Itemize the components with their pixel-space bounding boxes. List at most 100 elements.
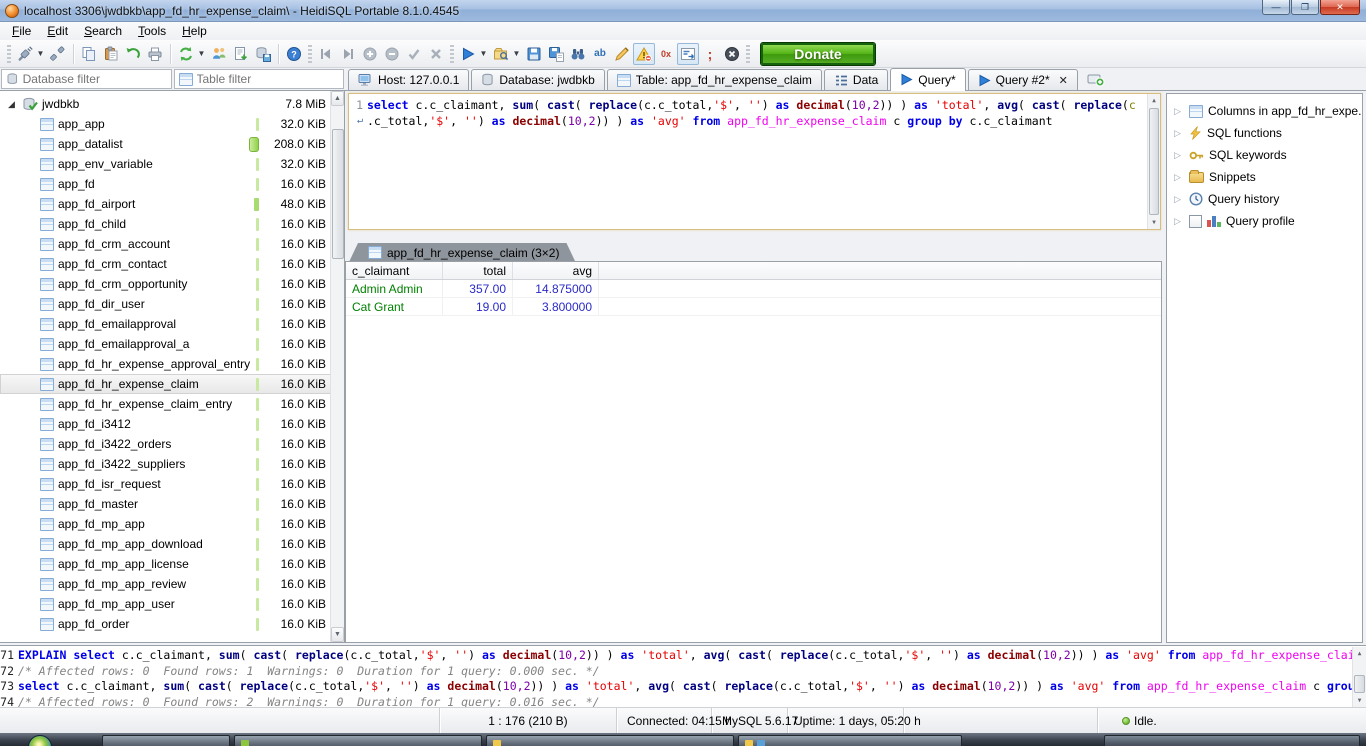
menu-item[interactable]: Edit (39, 23, 76, 39)
windows-taskbar[interactable] (0, 733, 1366, 746)
scrollbar-thumb[interactable] (1354, 675, 1365, 693)
helper-item-snippets[interactable]: ▷ Snippets (1167, 166, 1362, 188)
refresh-dropdown-icon[interactable]: ▼ (197, 49, 206, 58)
scroll-down-icon[interactable]: ▼ (1353, 694, 1366, 707)
title-bar[interactable]: localhost 3306\jwdbkb\app_fd_hr_expense_… (0, 0, 1366, 22)
column-header-claimant[interactable]: c_claimant (346, 262, 443, 279)
expand-arrow-icon[interactable]: ▷ (1174, 106, 1184, 117)
close-tab-icon[interactable]: ✕ (1059, 74, 1068, 87)
print-icon[interactable] (144, 43, 166, 65)
copy-icon[interactable] (78, 43, 100, 65)
taskbar-button[interactable] (1104, 735, 1360, 746)
tab-host[interactable]: Host: 127.0.0.1 (348, 69, 469, 90)
tree-node-table[interactable]: app_fd_emailapproval 16.0 KiB (0, 314, 344, 334)
helper-item-sql-functions[interactable]: ▷ SQL functions (1167, 122, 1362, 144)
tree-scrollbar[interactable]: ▲ ▼ (330, 91, 344, 642)
scroll-down-icon[interactable]: ▼ (1148, 216, 1160, 229)
column-header-total[interactable]: total (443, 262, 513, 279)
tab-database[interactable]: Database: jwdbkb (471, 69, 604, 90)
tree-node-database[interactable]: ◢ jwdbkb 7.8 MiB (0, 94, 344, 114)
delete-row-icon[interactable] (381, 43, 403, 65)
taskbar-button[interactable] (738, 735, 962, 746)
stop-icon[interactable] (721, 43, 743, 65)
profile-checkbox[interactable] (1189, 215, 1202, 228)
tree-node-table[interactable]: app_fd_isr_request 16.0 KiB (0, 474, 344, 494)
menu-item[interactable]: File (4, 23, 39, 39)
load-sql-icon[interactable] (490, 43, 512, 65)
grid-row[interactable]: Admin Admin 357.00 14.875000 (346, 280, 1161, 298)
tree-node-table[interactable]: app_env_variable 32.0 KiB (0, 154, 344, 174)
taskbar-button[interactable] (102, 735, 230, 746)
user-manager-icon[interactable] (208, 43, 230, 65)
expand-arrow-icon[interactable]: ▷ (1174, 128, 1184, 139)
save-sql-as-icon[interactable] (545, 43, 567, 65)
taskbar-button[interactable] (486, 735, 734, 746)
expand-arrow-icon[interactable]: ▷ (1174, 150, 1184, 161)
tab-query[interactable]: Query* (890, 68, 965, 91)
table-filter-input[interactable] (197, 72, 340, 86)
reformat-sql-icon[interactable] (611, 43, 633, 65)
save-sql-icon[interactable] (523, 43, 545, 65)
minimize-button[interactable]: — (1262, 0, 1290, 15)
toolbar-grip[interactable] (7, 45, 11, 63)
bind-parameters-icon[interactable] (677, 43, 699, 65)
taskbar-button[interactable] (234, 735, 482, 746)
helper-item-columns[interactable]: ▷ Columns in app_fd_hr_expe... (1167, 100, 1362, 122)
connect-icon[interactable] (14, 43, 36, 65)
tree-node-table[interactable]: app_fd 16.0 KiB (0, 174, 344, 194)
tree-node-table[interactable]: app_datalist 208.0 KiB (0, 134, 344, 154)
tree-node-table[interactable]: app_fd_crm_contact 16.0 KiB (0, 254, 344, 274)
scroll-up-icon[interactable]: ▲ (331, 91, 344, 106)
tree-node-table[interactable]: app_fd_order 16.0 KiB (0, 614, 344, 634)
tree-node-table[interactable]: app_fd_mp_app_download 16.0 KiB (0, 534, 344, 554)
cancel-edits-icon[interactable] (425, 43, 447, 65)
binary-as-hex-icon[interactable]: 0x (655, 43, 677, 65)
tree-node-table[interactable]: app_fd_mp_app_user 16.0 KiB (0, 594, 344, 614)
export-icon[interactable] (230, 43, 252, 65)
new-query-tab-button[interactable] (1084, 69, 1108, 88)
help-icon[interactable]: ? (283, 43, 305, 65)
expand-arrow-icon[interactable]: ▷ (1174, 194, 1184, 205)
tree-node-table[interactable]: app_fd_crm_opportunity 16.0 KiB (0, 274, 344, 294)
scroll-down-icon[interactable]: ▼ (331, 627, 344, 642)
start-orb[interactable] (28, 735, 52, 746)
run-query-icon[interactable] (457, 43, 479, 65)
helper-item-query-profile[interactable]: ▷ Query profile (1167, 210, 1362, 232)
database-save-icon[interactable] (252, 43, 274, 65)
tree-node-table[interactable]: app_fd_hr_expense_claim 16.0 KiB (0, 374, 344, 394)
result-tab[interactable]: app_fd_hr_expense_claim (3×2) (349, 243, 575, 262)
helper-item-sql-keywords[interactable]: ▷ SQL keywords (1167, 144, 1362, 166)
nav-last-icon[interactable] (337, 43, 359, 65)
scrollbar-thumb[interactable] (332, 129, 344, 259)
cell-avg[interactable]: 14.875000 (513, 280, 599, 297)
tree-node-table[interactable]: app_fd_i3412 16.0 KiB (0, 414, 344, 434)
tree-node-table[interactable]: app_fd_mp_app_review 16.0 KiB (0, 574, 344, 594)
sql-log[interactable]: 71 EXPLAIN select c.c_claimant, sum( cas… (0, 645, 1366, 707)
delimiter-icon[interactable]: ; (699, 43, 721, 65)
tab-query2[interactable]: Query #2* ✕ (968, 69, 1078, 90)
tree-node-table[interactable]: app_fd_dir_user 16.0 KiB (0, 294, 344, 314)
table-filter-box[interactable] (174, 69, 345, 89)
toolbar-grip[interactable] (308, 45, 312, 63)
maximize-button[interactable]: ❐ (1291, 0, 1319, 15)
load-sql-dropdown-icon[interactable]: ▼ (512, 49, 521, 58)
log-scrollbar[interactable]: ▲ ▼ (1352, 647, 1366, 707)
paste-icon[interactable] (100, 43, 122, 65)
cell-avg[interactable]: 3.800000 (513, 298, 599, 315)
nav-first-icon[interactable] (315, 43, 337, 65)
tree-node-table[interactable]: app_fd_i3422_suppliers 16.0 KiB (0, 454, 344, 474)
cell-total[interactable]: 19.00 (443, 298, 513, 315)
tree-node-table[interactable]: app_fd_hr_expense_approval_entry 16.0 Ki… (0, 354, 344, 374)
column-header-avg[interactable]: avg (513, 262, 599, 279)
collapse-arrow-icon[interactable]: ◢ (8, 99, 22, 110)
tree-node-table[interactable]: app_fd_hr_expense_claim_entry 16.0 KiB (0, 394, 344, 414)
refresh-icon[interactable] (175, 43, 197, 65)
tree-node-table[interactable]: app_app 32.0 KiB (0, 114, 344, 134)
toolbar-grip[interactable] (746, 45, 750, 63)
database-tree[interactable]: ◢ jwdbkb 7.8 MiB app_app 32.0 KiB app_da… (0, 90, 345, 643)
run-dropdown-icon[interactable]: ▼ (479, 49, 488, 58)
menu-item[interactable]: Help (174, 23, 215, 39)
close-button[interactable]: ✕ (1320, 0, 1360, 15)
database-filter-input[interactable] (23, 72, 167, 86)
expand-arrow-icon[interactable]: ▷ (1174, 216, 1184, 227)
